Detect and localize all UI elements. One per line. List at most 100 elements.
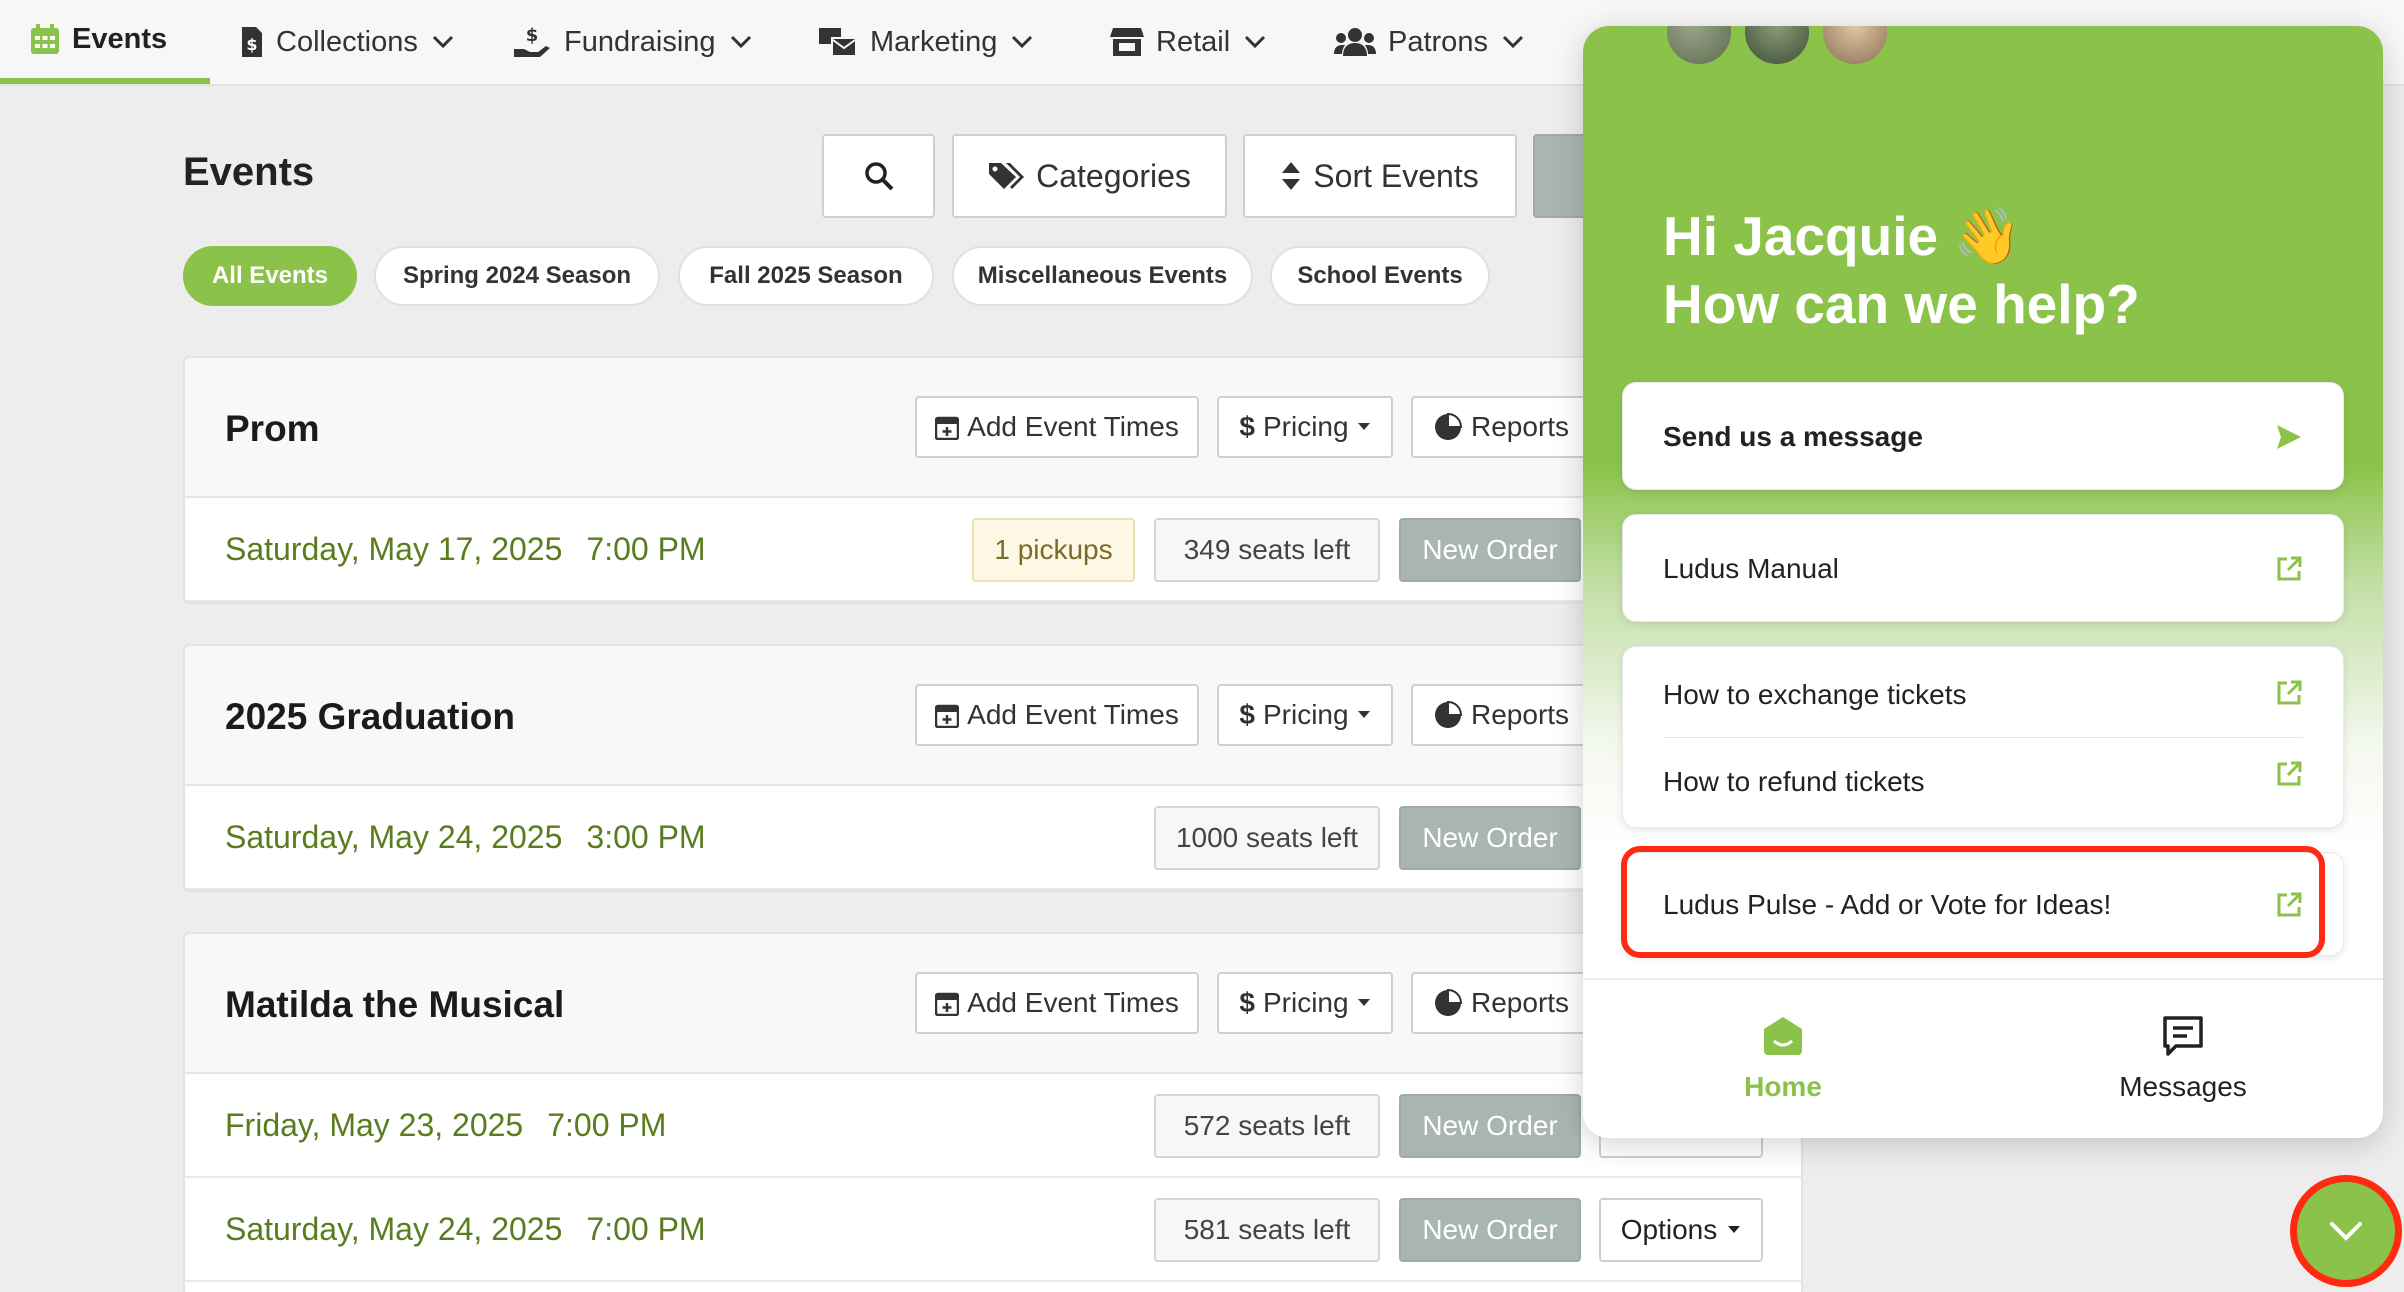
highlight-rectangle: [1621, 846, 2325, 958]
pie-chart-icon: [1435, 988, 1463, 1016]
manual-card[interactable]: Ludus Manual: [1622, 514, 2344, 622]
tab-home[interactable]: Home: [1583, 980, 1983, 1138]
filter-miscellaneous[interactable]: Miscellaneous Events: [952, 246, 1253, 306]
nav-events[interactable]: Events: [0, 0, 210, 84]
event-card-header: Prom Add Event Times $ Pricing Reports: [185, 358, 1801, 498]
new-order-button[interactable]: New Order: [1399, 806, 1581, 870]
seats-left-badge[interactable]: 1000 seats left: [1154, 806, 1380, 870]
date-text: Saturday, May 24, 2025: [225, 819, 563, 855]
calendar-plus-icon: [935, 704, 960, 728]
nav-patrons[interactable]: Patrons: [1304, 0, 1554, 84]
time-text: 7:00 PM: [586, 1211, 706, 1247]
pricing-dropdown[interactable]: $ Pricing: [1217, 684, 1393, 746]
event-card: Prom Add Event Times $ Pricing Reports S…: [183, 356, 1803, 604]
event-date: Saturday, May 24, 2025 7:00 PM: [225, 1211, 706, 1248]
reports-dropdown[interactable]: Reports: [1411, 684, 1591, 746]
send-message-row[interactable]: Send us a message: [1623, 383, 2343, 491]
reports-label: Reports: [1471, 987, 1570, 1018]
tab-messages[interactable]: Messages: [1983, 980, 2383, 1138]
article-link[interactable]: How to exchange tickets: [1623, 647, 2343, 737]
event-date: Saturday, May 17, 2025 7:00 PM: [225, 531, 706, 568]
nav-label: Fundraising: [564, 25, 716, 58]
avatar: [1741, 26, 1813, 68]
categories-label: Categories: [1036, 157, 1191, 194]
new-order-button[interactable]: New Order: [1399, 1094, 1581, 1158]
options-label: Options: [1620, 1214, 1718, 1245]
greeting-question: How can we help?: [1663, 273, 2140, 335]
reports-dropdown[interactable]: Reports: [1411, 972, 1591, 1034]
tags-icon: [989, 163, 1025, 189]
seats-left-badge[interactable]: 581 seats left: [1154, 1198, 1380, 1262]
nav-retail[interactable]: Retail: [1080, 0, 1304, 84]
search-icon: [864, 162, 893, 191]
chevron-down-icon: [1012, 35, 1033, 49]
nav-label: Retail: [1156, 25, 1231, 58]
filter-school-events[interactable]: School Events: [1270, 246, 1490, 306]
nav-marketing[interactable]: Marketing: [788, 0, 1080, 84]
categories-button[interactable]: Categories: [952, 134, 1227, 218]
reports-dropdown[interactable]: Reports: [1411, 396, 1591, 458]
tab-messages-label: Messages: [2119, 1071, 2247, 1102]
event-title: 2025 Graduation: [225, 696, 515, 737]
add-event-times-button[interactable]: Add Event Times: [915, 684, 1199, 746]
search-button[interactable]: [822, 134, 935, 218]
time-text: 7:00 PM: [586, 531, 706, 567]
nav-label: Events: [72, 22, 168, 55]
add-event-times-label: Add Event Times: [967, 699, 1179, 730]
event-card: 2025 Graduation Add Event Times $ Pricin…: [183, 644, 1803, 892]
filter-label: Fall 2025 Season: [709, 262, 903, 289]
seats-left-badge[interactable]: 572 seats left: [1154, 1094, 1380, 1158]
date-text: Saturday, May 17, 2025: [225, 531, 563, 567]
mail-bulk-icon: [819, 28, 857, 57]
time-text: 7:00 PM: [547, 1107, 667, 1143]
nav-label: Patrons: [1388, 25, 1488, 58]
article-link[interactable]: How to refund tickets: [1623, 738, 2343, 826]
calendar-plus-icon: [935, 992, 960, 1016]
chevron-down-icon: [2330, 1222, 2362, 1241]
users-icon: [1334, 28, 1376, 56]
add-event-times-label: Add Event Times: [967, 411, 1179, 442]
manual-link[interactable]: Ludus Manual: [1623, 515, 2343, 623]
add-event-times-button[interactable]: Add Event Times: [915, 396, 1199, 458]
event-card-header: Matilda the Musical Add Event Times $ Pr…: [185, 934, 1801, 1074]
greeting: Hi Jacquie 👋 How can we help?: [1663, 202, 2140, 338]
messenger-launcher-button[interactable]: [2290, 1175, 2402, 1287]
seats-left-badge[interactable]: 349 seats left: [1154, 518, 1380, 582]
pickups-badge[interactable]: 1 pickups: [972, 518, 1135, 582]
pricing-label: Pricing: [1262, 411, 1349, 442]
external-link-icon: [2277, 680, 2302, 705]
send-arrow-icon: [2277, 425, 2301, 449]
chevron-down-icon: [730, 35, 751, 49]
dollar-icon: $: [1239, 987, 1255, 1018]
filter-all-events[interactable]: All Events: [183, 246, 357, 306]
sort-events-button[interactable]: Sort Events: [1243, 134, 1517, 218]
event-date: Friday, May 23, 2025 7:00 PM: [225, 1107, 666, 1144]
nav-label: Collections: [276, 25, 418, 58]
pricing-label: Pricing: [1262, 987, 1349, 1018]
avatar: [1663, 26, 1735, 68]
dollar-icon: $: [1239, 699, 1255, 730]
sort-icon: [1282, 162, 1301, 190]
send-message-card[interactable]: Send us a message: [1622, 382, 2344, 490]
nav-collections[interactable]: $ Collections: [210, 0, 482, 84]
filter-label: School Events: [1297, 262, 1463, 289]
add-event-times-label: Add Event Times: [967, 987, 1179, 1018]
avatar: [1819, 26, 1891, 68]
manual-label: Ludus Manual: [1663, 553, 1839, 584]
filter-spring-2024[interactable]: Spring 2024 Season: [374, 246, 660, 306]
send-message-label: Send us a message: [1663, 421, 1923, 452]
chevron-down-icon: [432, 35, 453, 49]
reports-label: Reports: [1471, 411, 1570, 442]
new-order-button[interactable]: New Order: [1399, 1198, 1581, 1262]
caret-down-icon: [1357, 423, 1370, 430]
add-event-times-button[interactable]: Add Event Times: [915, 972, 1199, 1034]
pricing-label: Pricing: [1262, 699, 1349, 730]
new-order-button[interactable]: New Order: [1399, 518, 1581, 582]
messenger-tabbar: Home Messages: [1583, 978, 2383, 1138]
nav-fundraising[interactable]: $ Fundraising: [482, 0, 788, 84]
pricing-dropdown[interactable]: $ Pricing: [1217, 972, 1393, 1034]
options-dropdown[interactable]: Options: [1599, 1198, 1763, 1262]
filter-fall-2025[interactable]: Fall 2025 Season: [678, 246, 934, 306]
nav-label: Marketing: [870, 25, 998, 58]
pricing-dropdown[interactable]: $ Pricing: [1217, 396, 1393, 458]
